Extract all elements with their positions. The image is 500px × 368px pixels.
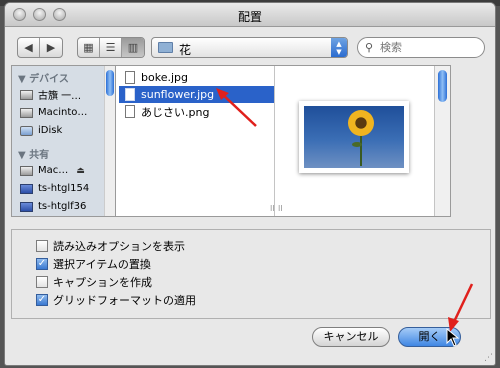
column-resize-icon[interactable]: II bbox=[270, 204, 275, 213]
image-file-icon bbox=[125, 105, 135, 118]
search-input[interactable] bbox=[380, 40, 480, 55]
idisk-icon bbox=[20, 125, 33, 136]
preview-column: II bbox=[276, 66, 435, 216]
mouse-cursor-icon bbox=[446, 328, 460, 347]
checkbox-checked[interactable]: ✓ bbox=[36, 258, 48, 270]
column-resize-icon[interactable]: II bbox=[278, 204, 283, 213]
sidebar-item-label: Mac… bbox=[38, 165, 69, 176]
option-label: 選択アイテムの置換 bbox=[53, 258, 151, 271]
toolbar: ◀ ▶ ▦ ☰ ▥ 花 ▲ ▼ ⚲ bbox=[5, 28, 495, 68]
image-file-icon bbox=[125, 88, 135, 101]
option-create-caption[interactable]: キャプションを作成 bbox=[36, 274, 152, 290]
back-arrow-icon: ◀ bbox=[24, 41, 33, 54]
annotation-arrow-icon bbox=[216, 88, 257, 127]
computer-icon bbox=[20, 89, 33, 100]
location-popup[interactable]: 花 ▲ ▼ bbox=[151, 37, 348, 58]
list-view-button[interactable]: ☰ bbox=[100, 38, 122, 57]
column-view-icon: ▥ bbox=[127, 41, 139, 54]
resize-grip-icon[interactable]: ⋰ bbox=[484, 353, 493, 363]
sidebar-item-label: ts-htglf36 bbox=[38, 201, 87, 212]
title-bar: 配置 bbox=[5, 3, 495, 27]
checkbox[interactable] bbox=[36, 276, 48, 288]
sidebar-item-label: 古籏 一… bbox=[38, 91, 82, 102]
sidebar-item-label: ts-htgl154 bbox=[38, 183, 90, 194]
option-apply-grid-format[interactable]: ✓ グリッドフォーマットの適用 bbox=[36, 292, 196, 308]
icon-view-icon: ▦ bbox=[83, 41, 94, 54]
forward-button[interactable]: ▶ bbox=[40, 38, 62, 57]
window-title: 配置 bbox=[237, 10, 262, 24]
sidebar-item-computer[interactable]: 古籏 一… bbox=[20, 86, 114, 103]
option-label: グリッドフォーマットの適用 bbox=[53, 294, 196, 307]
column-view-button[interactable]: ▥ bbox=[122, 38, 144, 57]
import-options-panel: 読み込みオプションを表示 ✓ 選択アイテムの置換 キャプションを作成 ✓ グリッドフ… bbox=[11, 229, 491, 319]
harddisk-icon bbox=[20, 107, 33, 118]
list-view-icon: ☰ bbox=[105, 41, 116, 54]
sidebar-item-server[interactable]: Mac… ⏏ bbox=[20, 162, 114, 179]
option-show-import-options[interactable]: 読み込みオプションを表示 bbox=[36, 238, 185, 254]
checkbox-checked[interactable]: ✓ bbox=[36, 294, 48, 306]
file-name: boke.jpg bbox=[141, 71, 188, 84]
back-button[interactable]: ◀ bbox=[18, 38, 40, 57]
option-label: 読み込みオプションを表示 bbox=[53, 240, 185, 253]
folder-icon bbox=[158, 42, 173, 53]
sidebar-item-label: iDisk bbox=[38, 125, 63, 136]
file-name: sunflower.jpg bbox=[141, 88, 215, 101]
network-computer-icon bbox=[20, 201, 33, 212]
sidebar-section-shared[interactable]: ▼ 共有 bbox=[18, 146, 49, 161]
forward-arrow-icon: ▶ bbox=[46, 41, 56, 54]
checkbox[interactable] bbox=[36, 240, 48, 252]
server-icon bbox=[20, 165, 33, 176]
option-replace-selected-item[interactable]: ✓ 選択アイテムの置換 bbox=[36, 256, 151, 272]
sidebar: ▼ デバイス 古籏 一… Macinto… iDisk ▼ 共有 Mac… ⏏ t… bbox=[12, 66, 116, 216]
cancel-button[interactable]: キャンセル bbox=[312, 327, 390, 347]
eject-icon[interactable]: ⏏ bbox=[76, 166, 85, 176]
location-label: 花 bbox=[179, 43, 192, 57]
network-computer-icon bbox=[20, 183, 33, 194]
scroll-thumb[interactable] bbox=[438, 70, 447, 102]
sidebar-item-idisk[interactable]: iDisk bbox=[20, 122, 114, 139]
icon-view-button[interactable]: ▦ bbox=[78, 38, 100, 57]
sidebar-item-ts-htgl154[interactable]: ts-htgl154 bbox=[20, 180, 114, 197]
sunflower-image bbox=[304, 106, 404, 168]
chevron-updown-icon: ▲ ▼ bbox=[331, 38, 347, 57]
option-label: キャプションを作成 bbox=[53, 276, 152, 289]
place-dialog: 配置 ◀ ▶ ▦ ☰ ▥ 花 ▲▼ ⚲ ▼ デバイス 古籏 一… Macinto… bbox=[4, 2, 496, 366]
sidebar-item-label: Macinto… bbox=[38, 107, 88, 118]
image-file-icon bbox=[125, 71, 135, 84]
search-icon: ⚲ bbox=[365, 41, 374, 54]
image-preview bbox=[299, 101, 409, 173]
scroll-thumb[interactable] bbox=[106, 70, 114, 96]
search-field[interactable]: ⚲ bbox=[357, 37, 485, 58]
sidebar-scrollbar[interactable] bbox=[104, 66, 115, 216]
view-mode-buttons: ▦ ☰ ▥ bbox=[77, 37, 145, 58]
file-name: あじさい.png bbox=[141, 105, 210, 119]
back-forward-buttons: ◀ ▶ bbox=[17, 37, 63, 58]
browser-scrollbar[interactable] bbox=[434, 66, 450, 216]
sidebar-section-devices[interactable]: ▼ デバイス bbox=[18, 70, 69, 85]
sidebar-item-ts-htglf36[interactable]: ts-htglf36 bbox=[20, 198, 114, 215]
sidebar-item-harddisk[interactable]: Macinto… bbox=[20, 104, 114, 121]
